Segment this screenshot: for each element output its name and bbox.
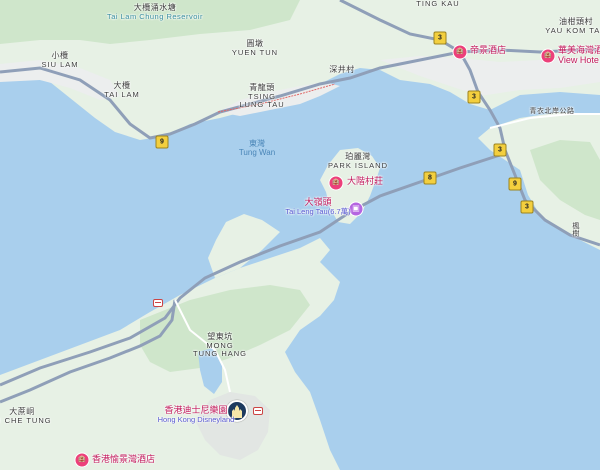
mong-tung-hang-label: 望東坑 MONG TUNG HANG	[193, 332, 247, 359]
route-shield: 9	[155, 135, 169, 149]
yau-kom-tau-label: 油柑頭村 YAU KOM TAU	[545, 17, 600, 35]
regal-hotel-label[interactable]: 帝景酒店	[470, 45, 506, 56]
hotel-icon[interactable]: 🏨	[328, 175, 344, 191]
tung-wan-label: 東灣 Tung Wan	[238, 139, 276, 157]
harbour-view-hotel-label[interactable]: 華美海灣酒 View Hote	[558, 45, 600, 66]
hotel-icon[interactable]: 🏨	[540, 48, 556, 64]
map-canvas[interactable]: 大欖涌水塘 Tai Lam Chung Reservoir 汀九 TING KA…	[0, 0, 600, 470]
tsing-yi-vertical-label: 楓樹	[571, 222, 579, 237]
route-shield: 9	[508, 177, 522, 191]
route-shield: 8	[423, 171, 437, 185]
sham-tseng-label: 深井村	[329, 65, 355, 74]
rail-station-icon[interactable]	[253, 407, 263, 415]
ting-kau-label: 汀九 TING KAU	[416, 0, 460, 8]
disney-hotel-label[interactable]: 香港愉景灣酒店	[92, 454, 155, 465]
attraction-icon[interactable]: ▣	[348, 201, 364, 217]
disneyland-label[interactable]: 香港迪士尼樂園 Hong Kong Disneyland	[158, 405, 235, 424]
ma-wan-village-label[interactable]: 大階村莊	[347, 176, 383, 187]
tai-lam-chung-label: 大欖涌水塘 Tai Lam Chung Reservoir	[106, 3, 204, 21]
tai-leng-tau-label[interactable]: 大嶺頭 Tai Leng Tau(6.7萬)	[285, 197, 350, 216]
hotel-icon[interactable]: 🏨	[452, 44, 468, 60]
yuen-tun-label: 圓墩 YUEN TUN	[231, 39, 279, 57]
map-base-layer	[0, 0, 600, 470]
siu-lam-label: 小欖 SIU LAM	[41, 51, 79, 69]
route-shield: 3	[433, 31, 447, 45]
rail-station-icon[interactable]	[153, 299, 163, 307]
tai-lam-label: 大欖 TAI LAM	[104, 81, 140, 99]
park-island-label: 珀麗灣 PARK ISLAND	[327, 152, 389, 170]
tai-che-tung-label: 大蔗峒 AI CHE TUNG	[0, 407, 52, 425]
route-shield: 3	[493, 143, 507, 157]
tsing-yi-road-label: 青衣北岸公路	[529, 108, 575, 115]
route-shield: 3	[467, 90, 481, 104]
route-shield: 3	[520, 200, 534, 214]
tsing-lung-tau-label: 青龍頭 TSING LUNG TAU	[239, 83, 285, 110]
hotel-icon[interactable]: 🏨	[74, 452, 90, 468]
